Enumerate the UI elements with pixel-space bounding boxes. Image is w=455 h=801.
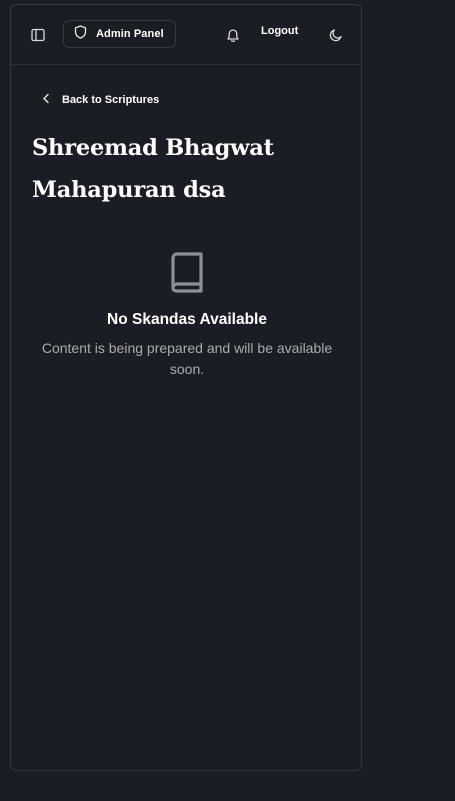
- book-icon: [11, 251, 361, 299]
- empty-state-title: No Skandas Available: [107, 311, 267, 328]
- chevron-left-icon: [42, 91, 50, 109]
- shield-icon: [74, 24, 87, 44]
- page-title: Shreemad Bhagwat Mahapuran dsa: [32, 135, 274, 203]
- top-navbar: Admin Panel Logout: [11, 5, 361, 65]
- theme-toggle-button[interactable]: [322, 21, 350, 49]
- admin-panel-label: Admin Panel: [96, 28, 164, 40]
- notifications-button[interactable]: [219, 21, 247, 49]
- back-link-label: Back to Scriptures: [62, 94, 160, 106]
- app-window: Admin Panel Logout Back to Scriptures Sh…: [10, 4, 362, 771]
- admin-panel-button[interactable]: Admin Panel: [63, 20, 176, 48]
- empty-state: No Skandas Available Content is being pr…: [11, 251, 361, 380]
- back-to-scriptures-link[interactable]: Back to Scriptures: [42, 91, 159, 109]
- logout-button[interactable]: Logout: [261, 25, 298, 43]
- sidebar-panel-icon: [31, 28, 45, 42]
- bell-icon: [226, 28, 240, 43]
- sidebar-toggle-button[interactable]: [24, 21, 52, 49]
- empty-state-description: Content is being prepared and will be av…: [41, 340, 333, 377]
- moon-icon: [329, 28, 343, 42]
